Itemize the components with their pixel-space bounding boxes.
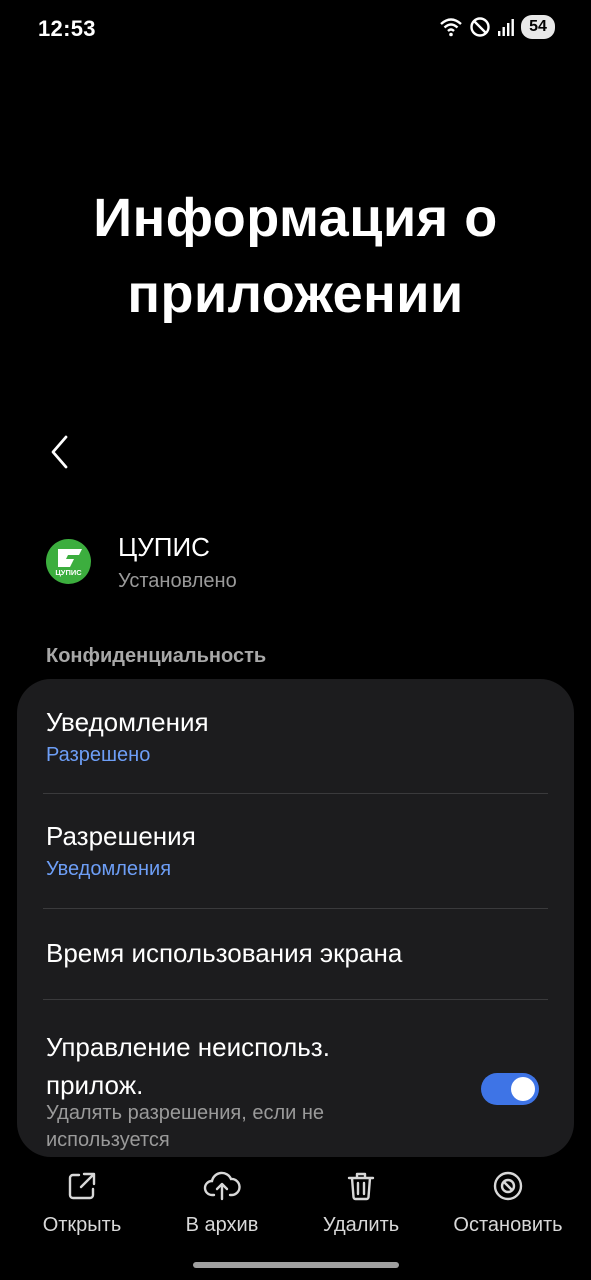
row-title: Уведомления [46,707,209,737]
open-external-icon [68,1172,96,1200]
permissions-row[interactable]: Разрешения Уведомления [17,794,574,908]
notifications-row[interactable]: Уведомления Разрешено [17,679,574,793]
action-label: В архив [185,1214,259,1236]
unused-apps-toggle[interactable] [481,1073,539,1105]
back-button[interactable] [36,428,84,476]
toggle-knob [511,1077,535,1101]
row-subtitle: Удалять разрешения, если не используется [46,1102,325,1151]
action-label: Остановить [453,1214,563,1236]
app-icon: ЦУПИС [46,539,91,584]
action-label: Открыть [42,1214,122,1236]
row-subtitle: Уведомления [46,858,172,880]
row-title: Разрешения [46,821,196,851]
open-button[interactable]: Открыть [12,1160,152,1250]
home-indicator[interactable] [193,1262,399,1268]
app-install-status: Установлено [118,570,237,592]
screen-time-row[interactable]: Время использования экрана [17,909,574,999]
status-time: 12:53 [38,16,96,41]
app-icon-text: ЦУПИС [55,568,82,577]
archive-button[interactable]: В архив [152,1160,292,1250]
app-info-screen: 12:53 54 Информация о приложении ЦУПИС Ц… [0,0,591,1280]
row-title: Управление неиспольз. прилож. [46,1032,330,1100]
force-stop-button[interactable]: Остановить [438,1160,578,1250]
delete-button[interactable]: Удалить [291,1160,431,1250]
action-label: Удалить [322,1214,400,1236]
status-icons: 54 [439,15,555,39]
app-name: ЦУПИС [118,532,210,562]
section-title-privacy: Конфиденциальность [46,645,267,667]
battery-indicator: 54 [521,15,555,39]
trash-icon [347,1172,375,1201]
signal-icon [498,19,514,36]
status-bar: 12:53 54 [0,0,591,56]
row-title: Время использования экрана [46,938,403,968]
cloud-upload-icon [203,1171,241,1201]
chevron-left-icon [51,435,68,469]
do-not-disturb-icon [470,17,490,37]
row-subtitle: Разрешено [46,744,151,766]
bottom-action-bar: Открыть В архив Удалить Остановить [0,1160,591,1250]
page-title: Информация о приложении [93,188,498,324]
stop-icon [493,1171,523,1201]
settings-card: Уведомления Разрешено Разрешения Уведомл… [17,679,574,1157]
wifi-icon [440,18,462,37]
